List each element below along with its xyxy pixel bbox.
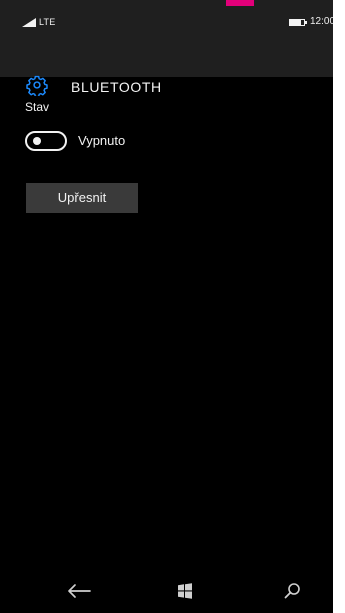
refine-button[interactable]: Upřesnit — [26, 183, 138, 213]
signal-icon — [22, 18, 36, 27]
status-label: Stav — [25, 100, 50, 114]
toggle-knob — [33, 137, 41, 145]
brand-accent-marker — [226, 0, 254, 6]
search-icon — [283, 582, 301, 600]
page-title: BLUETOOTH — [71, 79, 162, 95]
gear-icon — [26, 74, 48, 96]
back-arrow-icon — [66, 583, 92, 599]
page-header: BLUETOOTH — [0, 34, 333, 96]
windows-logo-icon — [177, 583, 193, 599]
network-label: LTE — [39, 17, 56, 27]
status-bar: LTE 12:00 — [0, 0, 333, 34]
battery-icon — [289, 19, 307, 26]
toggle-state-label: Vypnuto — [78, 133, 126, 148]
back-button[interactable] — [66, 581, 92, 601]
phone-screen: LTE 12:00 BLUETOOTH Stav Vypnuto Upřesni… — [0, 0, 333, 613]
home-button[interactable] — [177, 581, 193, 601]
search-button[interactable] — [282, 581, 302, 601]
bluetooth-toggle[interactable] — [25, 131, 67, 151]
clock-label: 12:00 — [310, 16, 333, 27]
